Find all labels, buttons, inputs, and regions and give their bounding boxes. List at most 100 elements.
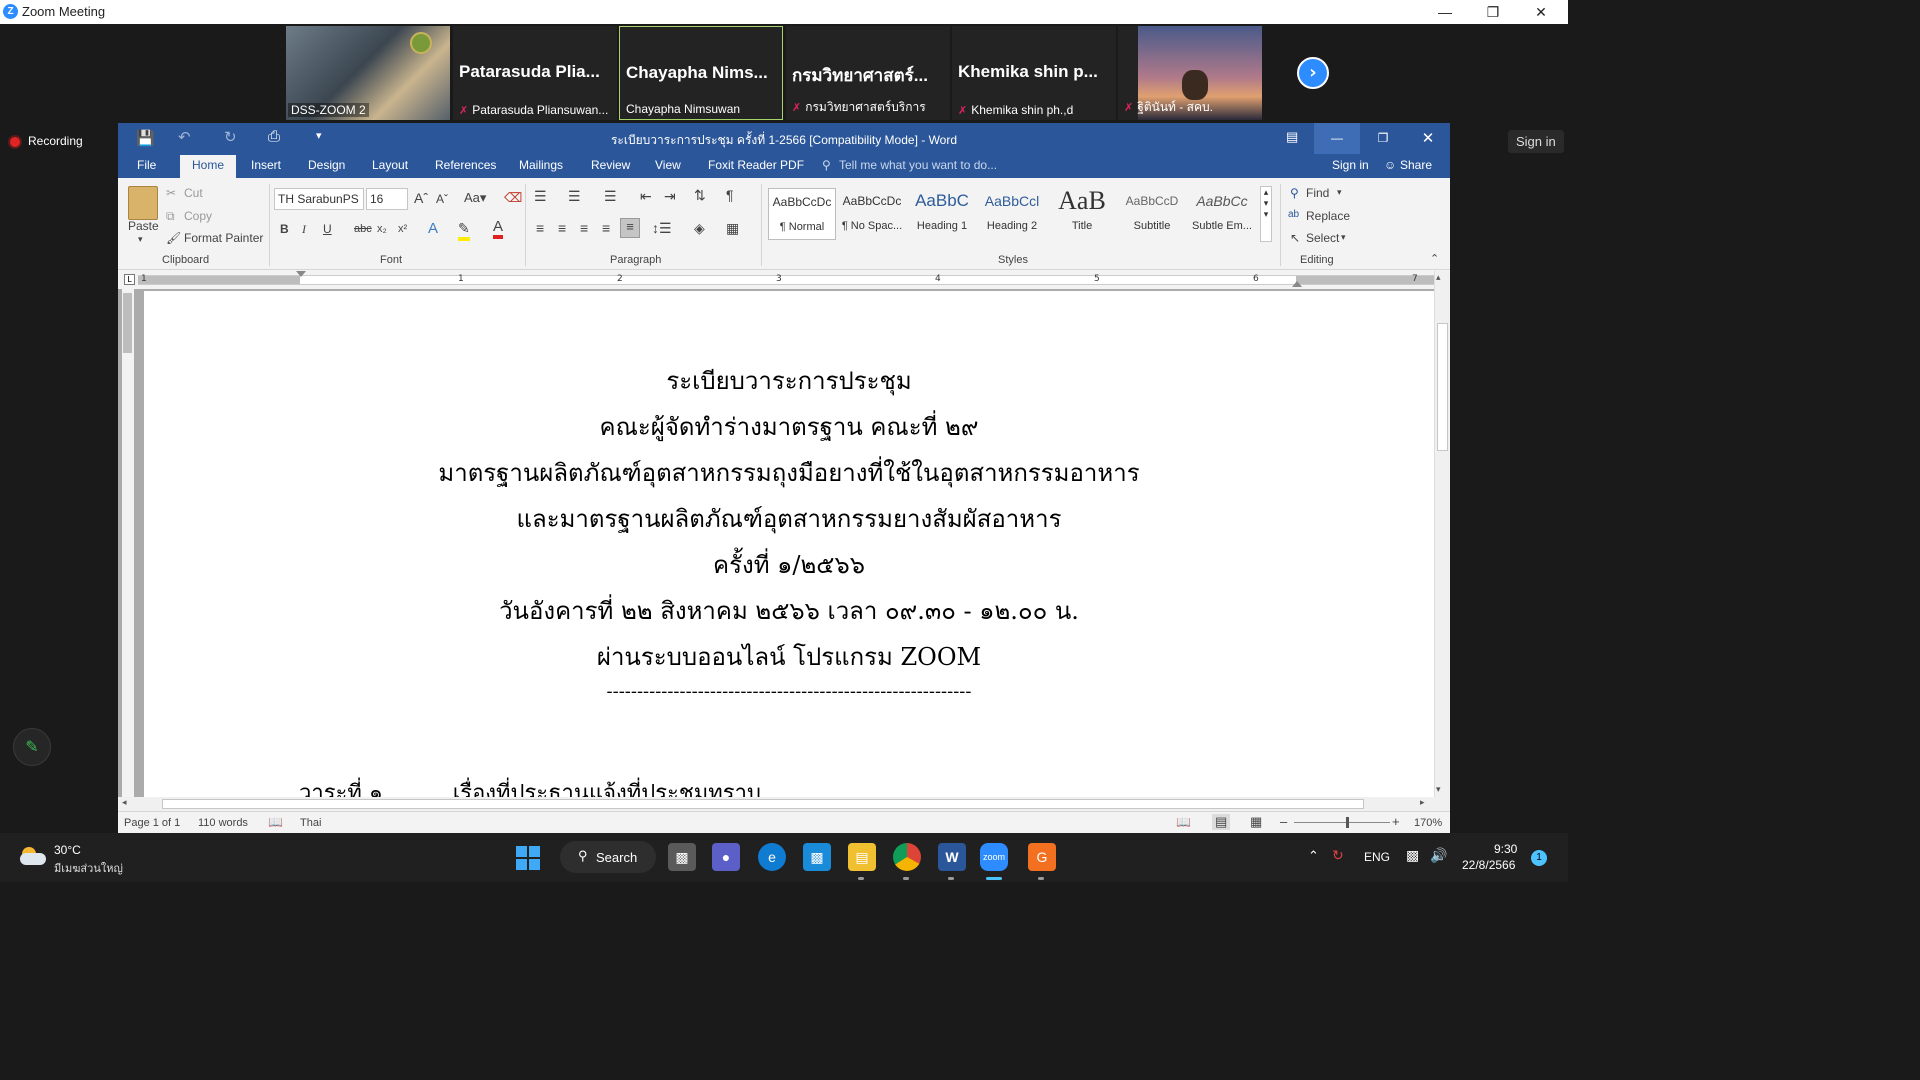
annotate-pen-icon[interactable]: ✎ [13,728,51,766]
show-hidden-icons-chevron-icon[interactable]: ⌃ [1308,848,1319,864]
ribbon-display-options-icon[interactable]: ▤ [1286,129,1298,145]
tab-home[interactable]: Home [180,155,237,178]
zoom-sign-in-button[interactable]: Sign in [1508,130,1564,153]
change-case-icon[interactable]: Aa▾ [464,190,486,206]
find-dropdown-icon[interactable]: ▾ [1337,187,1342,198]
style-subtitle[interactable]: AaBbCcD Subtitle [1118,188,1186,240]
scroll-down-icon[interactable]: ▾ [1436,785,1441,795]
cut-button[interactable]: Cut [184,186,203,200]
taskbar-search-box[interactable]: ⚲ Search [560,841,656,873]
page-count[interactable]: Page 1 of 1 [124,817,180,829]
participant-tile-5[interactable]: Khemika shin p... ✗ Khemika shin ph.,d [952,26,1116,120]
tell-me-search[interactable]: Tell me what you want to do... [839,158,997,172]
italic-icon[interactable]: I [302,222,306,237]
tab-selector-icon[interactable]: L [124,274,135,285]
multilevel-list-icon[interactable]: ☰ [604,188,617,205]
increase-indent-icon[interactable]: ⇥ [664,188,676,205]
chrome-browser-icon[interactable] [893,843,921,871]
borders-icon[interactable]: ▦ [726,220,739,237]
find-button[interactable]: Find [1306,186,1329,200]
share-button[interactable]: Share [1400,158,1432,172]
vertical-ruler[interactable] [122,289,134,797]
zoom-slider-thumb[interactable] [1346,817,1349,828]
next-page-chevron-icon[interactable]: › [1297,57,1329,89]
text-effects-icon[interactable]: A [428,220,438,237]
zoom-in-icon[interactable]: + [1392,814,1400,829]
select-button[interactable]: Select [1306,231,1339,245]
participant-tile-3-active-speaker[interactable]: Chayapha Nims... Chayapha Nimsuwan [619,26,783,120]
scroll-right-icon[interactable]: ▸ [1420,798,1425,808]
tab-insert[interactable]: Insert [251,158,281,172]
tab-references[interactable]: References [435,158,496,172]
tab-review[interactable]: Review [591,158,630,172]
sync-status-icon[interactable]: ↻ [1332,847,1344,864]
file-explorer-icon[interactable]: ▤ [848,843,876,871]
vertical-scrollbar[interactable]: ▴ ▾ [1434,271,1450,797]
clock-date[interactable]: 22/8/2566 [1462,858,1515,872]
shrink-font-icon[interactable]: Aˇ [436,192,448,206]
scroll-up-icon[interactable]: ▴ [1436,273,1441,283]
paste-dropdown-icon[interactable]: ▾ [138,234,143,245]
bold-icon[interactable]: B [280,222,289,236]
zoom-level[interactable]: 170% [1414,817,1442,829]
edge-browser-icon[interactable]: e [758,843,786,871]
participant-tile-4[interactable]: กรมวิทยาศาสตร์... ✗ กรมวิทยาศาสตร์บริการ [786,26,950,120]
foxit-reader-icon[interactable]: G [1028,843,1056,871]
line-spacing-icon[interactable]: ↕☰ [652,220,672,237]
sort-icon[interactable]: ⇅ [694,187,706,204]
style-heading-2[interactable]: AaBbCcl Heading 2 [978,188,1046,240]
document-page[interactable]: ระเบียบวาระการประชุม คณะผู้จัดทำร่างมาตร… [144,291,1434,797]
horizontal-ruler[interactable]: L 1 1 2 3 4 5 6 7 [118,271,1450,289]
thai-distributed-icon[interactable]: ≡ [620,218,640,238]
language-status[interactable]: Thai [300,817,321,829]
format-painter-button[interactable]: Format Painter [184,231,263,245]
weather-cloud-icon[interactable] [20,847,46,867]
windows-start-icon[interactable] [516,846,540,870]
word-sign-in-link[interactable]: Sign in [1332,158,1369,172]
collapse-ribbon-icon[interactable]: ⌃ [1430,252,1439,265]
copy-button[interactable]: Copy [184,209,212,223]
scrollbar-thumb[interactable] [1437,323,1448,451]
paste-button[interactable]: Paste [128,219,159,233]
word-count[interactable]: 110 words [198,817,248,829]
participant-tile-1[interactable]: DSS-ZOOM 2 [286,26,450,120]
zoom-slider[interactable] [1294,817,1390,828]
decrease-indent-icon[interactable]: ⇤ [640,188,652,205]
styles-gallery-scroll[interactable]: ▴ ▾ ▾ [1260,186,1272,242]
tab-view[interactable]: View [655,158,681,172]
volume-icon[interactable]: 🔊 [1430,847,1447,864]
strikethrough-icon[interactable]: abc [354,223,372,235]
participant-tile-2[interactable]: Patarasuda Plia... ✗ Patarasuda Pliansuwa… [453,26,617,120]
bullets-icon[interactable]: ☰ [534,188,547,205]
style-normal[interactable]: AaBbCcDc ¶ Normal [768,188,836,240]
read-mode-icon[interactable]: 📖 [1176,815,1191,829]
web-layout-icon[interactable]: ▦ [1250,814,1262,830]
justify-icon[interactable]: ≡ [602,220,610,236]
style-subtle-emphasis[interactable]: AaBbCc Subtle Em... [1188,188,1256,240]
tab-layout[interactable]: Layout [372,158,408,172]
network-icon[interactable]: ▩ [1406,847,1419,864]
align-center-icon[interactable]: ≡ [558,220,566,236]
subscript-icon[interactable]: x₂ [377,223,387,235]
underline-icon[interactable]: U [323,222,332,236]
font-size-box[interactable]: 16 [366,188,408,210]
teams-chat-icon[interactable]: ● [712,843,740,871]
numbering-icon[interactable]: ☰ [568,188,581,205]
style-title[interactable]: AaB Title [1048,188,1116,240]
paste-icon[interactable] [128,186,158,220]
close-button[interactable]: ✕ [1518,0,1564,24]
tab-foxit-reader-pdf[interactable]: Foxit Reader PDF [708,158,804,172]
grow-font-icon[interactable]: Aˆ [414,190,428,206]
font-name-box[interactable]: TH SarabunPS [274,188,364,210]
participant-tile-6[interactable]: ✗ ฐิตินันท์ - สคบ. [1118,26,1262,120]
notification-badge[interactable]: 1 [1531,850,1547,866]
task-view-icon[interactable]: ▩ [668,843,696,871]
superscript-icon[interactable]: x² [398,223,407,235]
monitor-app-icon[interactable]: ▩ [803,843,831,871]
minimize-button[interactable]: — [1422,0,1468,24]
tab-design[interactable]: Design [308,158,345,172]
align-left-icon[interactable]: ≡ [536,220,544,236]
word-restore-button[interactable]: ❐ [1360,123,1406,154]
first-line-indent-marker[interactable] [296,271,306,277]
show-formatting-marks-icon[interactable]: ¶ [726,187,734,203]
